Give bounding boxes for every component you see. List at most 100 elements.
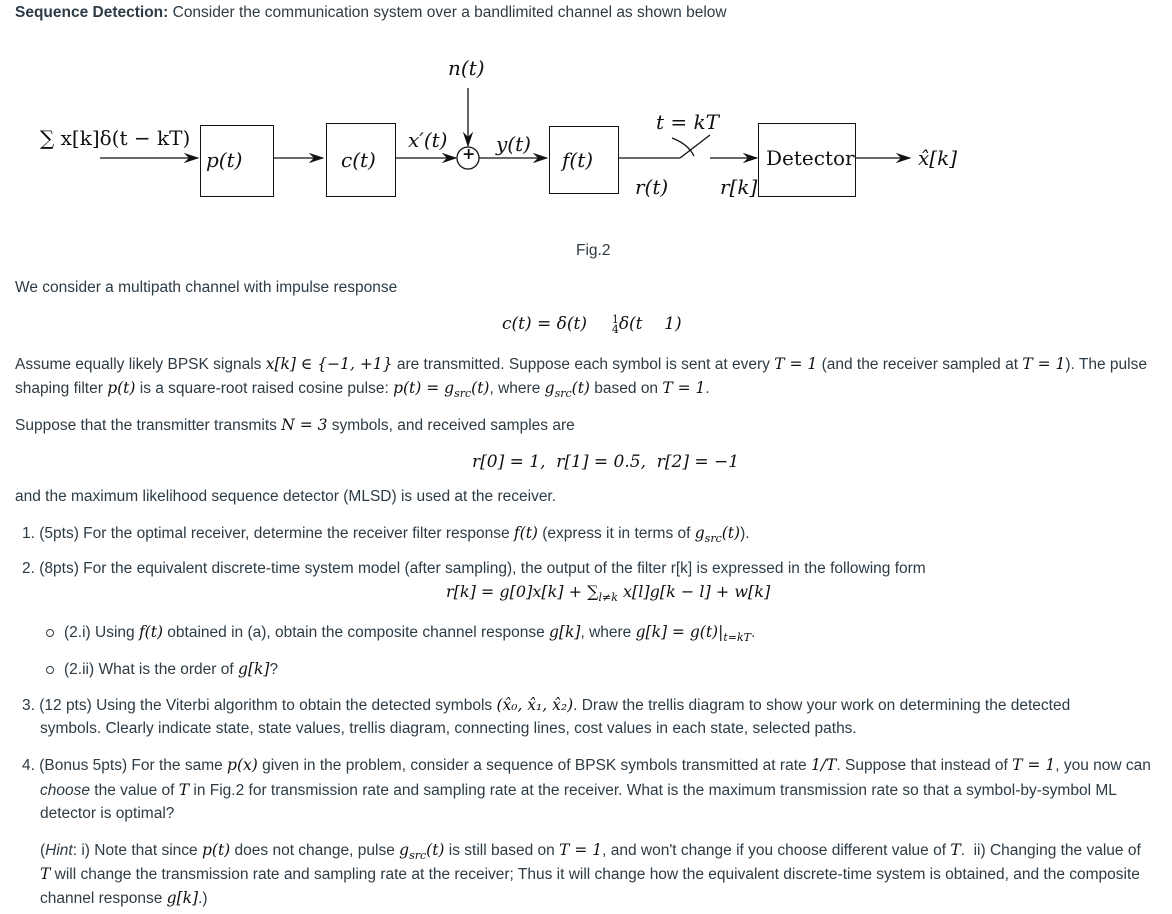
- channel-eq-fraction: 1 4: [611, 314, 619, 336]
- text: .): [198, 890, 208, 907]
- problem-title: Sequence Detection: Consider the communi…: [15, 4, 727, 22]
- question-4-line-2: choose the value of T in Fig.2 for trans…: [40, 781, 1117, 800]
- eq-part: x[l]g[k − l] + w[k]: [617, 582, 771, 601]
- text: (2.i) Using: [64, 624, 139, 641]
- text: based on: [589, 380, 663, 397]
- signal-rk-label: r[k]: [720, 175, 758, 199]
- text: ). The pulse: [1065, 356, 1147, 373]
- question-2ii: (2.ii) What is the order of g[k]?: [46, 660, 278, 679]
- hint-line-1: (Hint: i) Note that since p(t) does not …: [40, 841, 1141, 862]
- title-rest: Consider the communication system over a…: [168, 4, 727, 21]
- math-gk: g[k]: [549, 623, 581, 641]
- math-gk: g[k]: [166, 889, 199, 907]
- math-rate: 1/T: [810, 756, 837, 774]
- block-detector-label: Detector: [766, 146, 855, 170]
- figure-caption: Fig.2: [576, 242, 611, 259]
- sub-tkT: t=kT: [723, 631, 751, 645]
- text: Assume equally likely BPSK signals: [15, 356, 266, 373]
- question-3-line-2: symbols. Clearly indicate state, state v…: [40, 720, 857, 737]
- text: in Fig.2 for transmission rate and sampl…: [189, 782, 1117, 799]
- math-T: T: [40, 865, 51, 883]
- sampler-switch: [679, 134, 711, 159]
- text: , where: [489, 380, 545, 397]
- text: 4. (Bonus 5pts) For the same: [22, 757, 228, 774]
- question-2i: (2.i) Using f(t) obtained in (a), obtain…: [46, 623, 755, 644]
- emphasis: Hint: [45, 842, 73, 859]
- signal-rt-label: r(t): [635, 175, 669, 199]
- text: (2.ii) What is the order of: [64, 661, 239, 678]
- eq-part: r[k] = g[0]x[k] + ∑: [446, 582, 599, 601]
- assume-line-1: Assume equally likely BPSK signals x[k] …: [15, 355, 1147, 374]
- samples-equation: r[0] = 1, r[1] = 0.5, r[2] = −1: [472, 452, 740, 472]
- math-gk-eq: g[k] = g(t)|: [635, 623, 724, 641]
- text: symbols, and received samples are: [327, 417, 575, 434]
- math-g: g: [694, 524, 705, 542]
- math-ft: f(t): [513, 524, 538, 542]
- sub-src: src: [454, 387, 472, 401]
- math-ft: f(t): [138, 623, 163, 641]
- channel-intro: We consider a multipath channel with imp…: [15, 279, 398, 296]
- math: (t): [426, 841, 445, 859]
- question-2: 2. (8pts) For the equivalent discrete-ti…: [22, 560, 926, 577]
- text: is still based on: [444, 842, 560, 859]
- frac-den: 4: [611, 322, 619, 336]
- text: obtained in (a), obtain the composite ch…: [163, 624, 550, 641]
- channel-equation: c(t) = δ(t) 1 4 δ(t 1): [502, 314, 682, 335]
- text: , where: [580, 624, 636, 641]
- text: : i) Note that since: [72, 842, 202, 859]
- signal-y-label: y(t): [496, 132, 531, 156]
- text: will change the transmission rate and sa…: [50, 866, 1140, 883]
- math-px: p(x): [227, 756, 258, 774]
- input-signal-label: ∑ x[k]δ(t − kT): [40, 126, 191, 150]
- text: (and the receiver sampled at: [817, 356, 1023, 373]
- text: ?: [269, 661, 279, 678]
- text: shaping filter: [15, 380, 108, 397]
- block-f-label: f(t): [562, 148, 594, 172]
- text: ).: [740, 525, 750, 542]
- question-4-line-3: detector is optimal?: [40, 805, 175, 822]
- adder-plus-icon: +: [462, 144, 476, 163]
- mlsd-line: and the maximum likelihood sequence dete…: [15, 488, 557, 505]
- math-gk: g[k]: [238, 660, 270, 678]
- sub-src: src: [409, 849, 427, 863]
- math-pt: p(t): [107, 379, 136, 397]
- math-pt: p(t): [201, 841, 231, 859]
- text: Suppose that the transmitter transmits: [15, 417, 282, 434]
- hint-line-3: channel response g[k].): [40, 889, 208, 908]
- text: .: [750, 624, 756, 641]
- text: , and won't change if you choose differe…: [602, 842, 951, 859]
- text: are transmitted. Suppose each symbol is …: [392, 356, 775, 373]
- block-diagram: ∑ x[k]δ(t − kT) p(t) c(t) x′(t) n(t) + y…: [0, 40, 1000, 270]
- text: (express it in terms of: [537, 525, 695, 542]
- suppose-line: Suppose that the transmitter transmits N…: [15, 416, 575, 435]
- question-3-line-1: 3. (12 pts) Using the Viterbi algorithm …: [22, 696, 1070, 715]
- math-g: g: [544, 379, 555, 397]
- math-T1: T = 1: [559, 841, 603, 859]
- math-T1: T = 1: [662, 379, 706, 397]
- eq-sub: l≠k: [598, 591, 618, 605]
- math-T1: T = 1: [1012, 756, 1056, 774]
- text: 1. (5pts) For the optimal receiver, dete…: [22, 525, 514, 542]
- math: (t): [471, 379, 490, 397]
- text: . ii) Changing the value of: [960, 842, 1141, 859]
- math-T1: T = 1: [1022, 355, 1066, 373]
- text: channel response: [40, 890, 167, 907]
- bullet-icon: [46, 628, 54, 637]
- title-bold: Sequence Detection:: [15, 4, 169, 21]
- text: .: [705, 380, 710, 397]
- math-N3: N = 3: [281, 416, 328, 434]
- text: 3. (12 pts) Using the Viterbi algorithm …: [22, 697, 497, 714]
- block-p-label: p(t): [206, 148, 243, 172]
- emphasis: choose: [40, 782, 90, 799]
- math-xk-set: x[k] ∈ {−1, +1}: [265, 355, 393, 373]
- sub-src: src: [704, 532, 722, 546]
- text: , you now can: [1055, 757, 1151, 774]
- assume-line-2: shaping filter p(t) is a square-root rai…: [15, 379, 710, 400]
- math-T: T: [178, 781, 190, 799]
- output-label: x̂[k]: [918, 146, 958, 170]
- text: the value of: [89, 782, 179, 799]
- text: given in the problem, consider a sequenc…: [257, 757, 811, 774]
- text: . Draw the trellis diagram to show your …: [573, 697, 1071, 714]
- noise-label: n(t): [448, 56, 485, 80]
- math-g: g: [399, 841, 410, 859]
